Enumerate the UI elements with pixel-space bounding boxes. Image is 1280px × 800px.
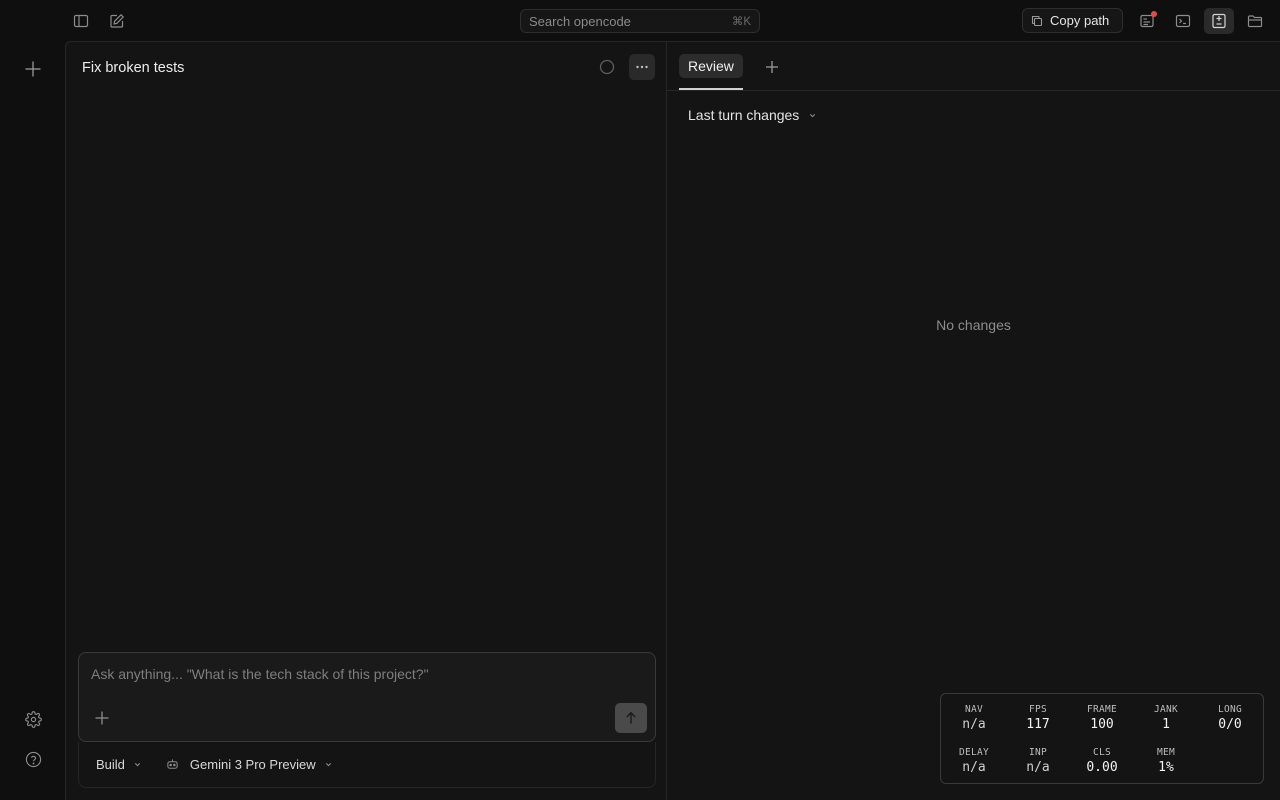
help-icon bbox=[25, 751, 41, 767]
add-project-button[interactable] bbox=[20, 56, 46, 82]
plus-icon bbox=[766, 61, 778, 73]
arrow-up-icon bbox=[626, 711, 636, 724]
review-panel: Review Last turn changes No changes bbox=[667, 41, 1280, 800]
help-button[interactable] bbox=[20, 746, 46, 772]
model-icon bbox=[167, 759, 178, 769]
sidebar-icon bbox=[73, 14, 89, 28]
mode-selector[interactable]: Build bbox=[96, 757, 142, 772]
toggle-sidebar-button[interactable] bbox=[68, 8, 94, 34]
status-ring-icon bbox=[599, 59, 615, 75]
send-button[interactable] bbox=[615, 703, 647, 733]
session-more-button[interactable] bbox=[629, 54, 655, 80]
session-title: Fix broken tests bbox=[82, 60, 185, 76]
tab-active-indicator bbox=[679, 88, 743, 90]
changes-scope-selector[interactable]: Last turn changes bbox=[688, 107, 817, 123]
more-icon bbox=[636, 65, 648, 69]
model-selector[interactable]: Gemini 3 Pro Preview bbox=[166, 757, 333, 772]
chevron-down-icon bbox=[325, 763, 331, 767]
perf-metric-fps: FPS 117 bbox=[1026, 704, 1050, 732]
copy-path-button[interactable]: Copy path bbox=[1022, 8, 1123, 33]
review-tabs: Review bbox=[667, 42, 1280, 91]
plus-icon bbox=[95, 711, 109, 725]
chevron-down-icon bbox=[134, 763, 141, 767]
tab-review[interactable]: Review bbox=[679, 54, 743, 78]
left-rail bbox=[0, 41, 65, 800]
perf-metric-cls: CLS 0.00 bbox=[1086, 747, 1118, 775]
status-panel-button[interactable] bbox=[1134, 8, 1160, 34]
gear-icon bbox=[24, 710, 42, 728]
mode-label: Build bbox=[96, 757, 125, 772]
perf-metric-frame: FRAME 100 bbox=[1086, 704, 1118, 732]
search-shortcut: ⌘K bbox=[731, 16, 751, 28]
terminal-icon bbox=[1175, 14, 1191, 28]
edit-icon bbox=[110, 13, 125, 28]
add-tab-button[interactable] bbox=[759, 54, 785, 80]
diff-icon bbox=[1212, 13, 1226, 29]
new-session-button[interactable] bbox=[104, 8, 130, 34]
changes-scope-label: Last turn changes bbox=[688, 107, 800, 123]
files-button[interactable] bbox=[1242, 8, 1268, 34]
prompt-composer bbox=[78, 652, 656, 742]
perf-metric-long: LONG 0/0 bbox=[1217, 704, 1243, 732]
copy-path-label: Copy path bbox=[1050, 13, 1110, 28]
perf-metric-nav: NAV n/a bbox=[962, 704, 986, 732]
session-status-button[interactable] bbox=[594, 54, 620, 80]
top-bar: Search opencode ⌘K Copy path bbox=[0, 0, 1280, 41]
copy-icon bbox=[1031, 15, 1043, 26]
attach-button[interactable] bbox=[89, 705, 115, 731]
search-input[interactable]: Search opencode ⌘K bbox=[520, 9, 760, 33]
folder-icon bbox=[1247, 15, 1263, 28]
perf-metric-jank: JANK 1 bbox=[1153, 704, 1179, 732]
perf-metric-delay: DELAY n/a bbox=[958, 747, 990, 775]
terminal-button[interactable] bbox=[1170, 8, 1196, 34]
plus-icon bbox=[25, 61, 41, 77]
session-panel: Fix broken tests Build Gemini 3 Pro Prev… bbox=[65, 41, 667, 800]
model-label: Gemini 3 Pro Preview bbox=[189, 757, 316, 772]
prompt-input[interactable] bbox=[91, 666, 611, 682]
chevron-down-icon bbox=[810, 113, 816, 117]
settings-button[interactable] bbox=[20, 706, 46, 732]
composer-footer: Build Gemini 3 Pro Preview bbox=[78, 742, 656, 788]
notification-dot bbox=[1151, 11, 1157, 17]
perf-metric-mem: MEM 1% bbox=[1156, 747, 1176, 775]
empty-state: No changes bbox=[936, 317, 1011, 333]
search-placeholder: Search opencode bbox=[529, 13, 631, 29]
perf-overlay: NAV n/a FPS 117 FRAME 100 JANK 1 LONG 0/… bbox=[940, 693, 1264, 784]
perf-metric-inp: INP n/a bbox=[1026, 747, 1050, 775]
review-panel-button[interactable] bbox=[1204, 8, 1234, 34]
